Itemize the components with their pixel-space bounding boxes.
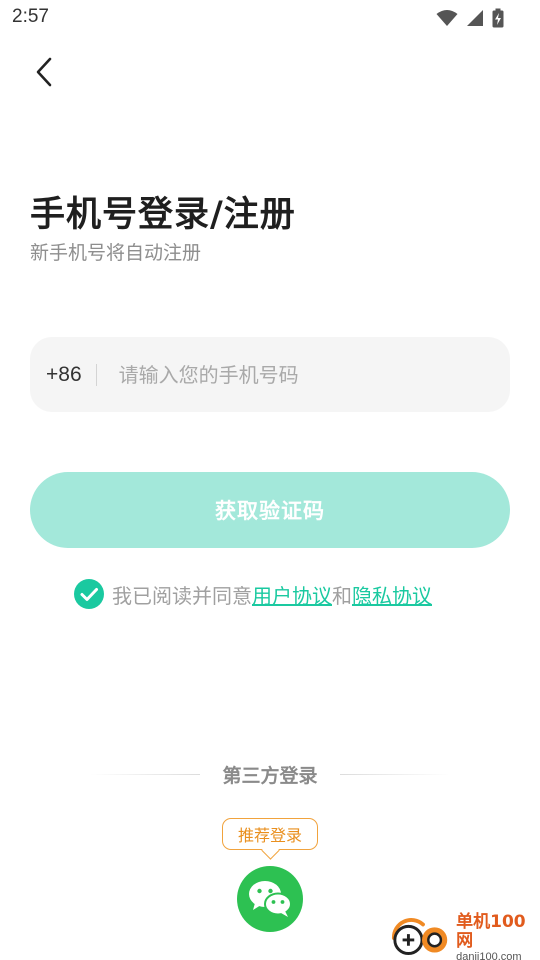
watermark-text: 单机100网 danji100.com	[456, 913, 540, 960]
status-time: 2:57	[12, 6, 49, 27]
recommended-login-tag: 推荐登录	[222, 818, 318, 850]
chevron-left-icon	[36, 57, 52, 87]
third-party-login-divider: 第三方登录	[0, 760, 540, 788]
status-bar: 2:57	[0, 0, 540, 36]
country-code-selector[interactable]: +86	[46, 363, 82, 387]
wechat-login-button[interactable]	[237, 866, 303, 932]
third-party-login-label: 第三方登录	[222, 764, 318, 787]
watermark-en: danji100.com	[456, 950, 522, 960]
danji100-logo-icon	[391, 918, 448, 955]
site-watermark: 单机100网 danji100.com	[390, 913, 540, 960]
wifi-icon	[436, 10, 458, 26]
page-title: 手机号登录/注册	[30, 195, 296, 235]
agreement-row: 我已阅读并同意 用户协议 和 隐私协议	[74, 578, 432, 610]
divider-line-right	[339, 773, 450, 775]
battery-charging-icon	[492, 8, 504, 28]
back-button[interactable]	[22, 50, 66, 94]
user-agreement-link[interactable]: 用户协议	[252, 580, 332, 609]
agreement-conjunction: 和	[332, 583, 352, 608]
agreement-checkbox-checked-icon[interactable]	[74, 579, 104, 609]
phone-input-box: +86	[30, 337, 510, 412]
privacy-agreement-link[interactable]: 隐私协议	[352, 580, 432, 609]
divider-line-left	[90, 773, 201, 775]
agreement-prefix: 我已阅读并同意	[112, 583, 252, 608]
status-icons	[436, 8, 504, 28]
country-code-divider	[95, 363, 97, 386]
phone-number-input[interactable]	[118, 362, 479, 387]
get-verification-code-button[interactable]: 获取验证码	[30, 472, 510, 548]
page-subtitle: 新手机号将自动注册	[30, 242, 202, 264]
cellular-signal-icon	[467, 10, 483, 26]
wechat-icon	[249, 881, 292, 917]
watermark-cn: 单机100网	[456, 912, 526, 951]
